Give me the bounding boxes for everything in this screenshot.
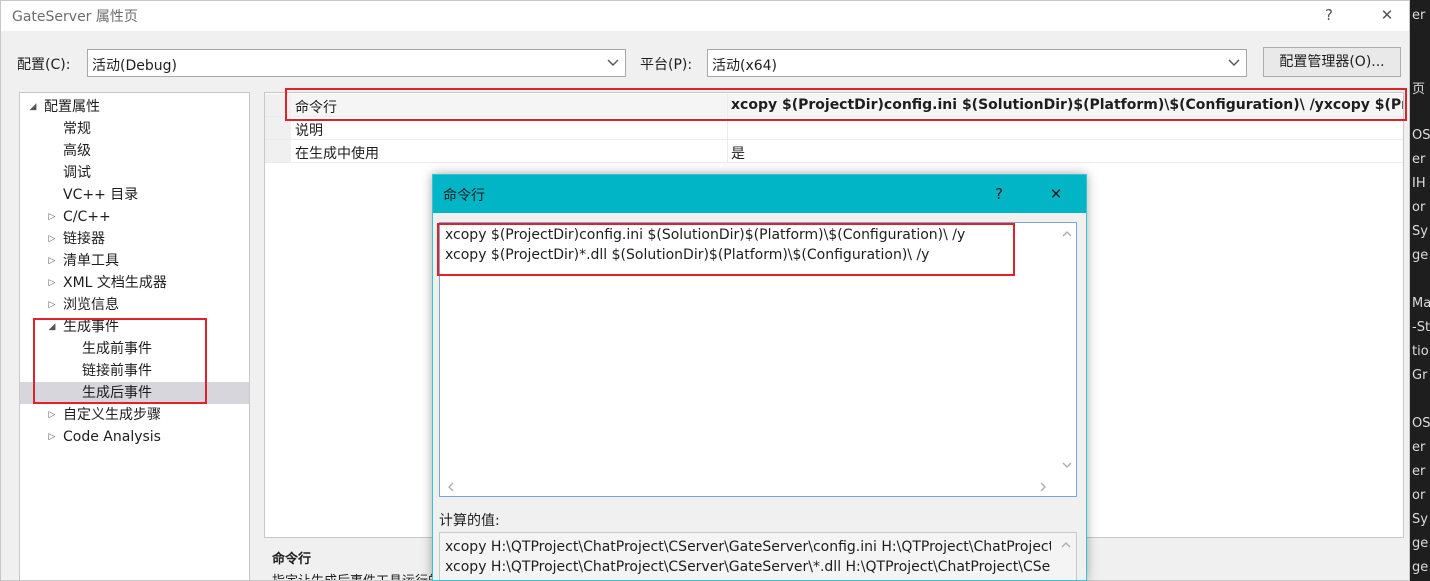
grid-row-name: 在生成中使用: [295, 146, 379, 162]
scroll-right-icon[interactable]: [1037, 481, 1049, 493]
background-text: IH: [1412, 176, 1426, 191]
chevron-down-icon: [607, 59, 619, 66]
tree-item-advanced[interactable]: 高级: [20, 140, 249, 162]
collapsed-triangle-icon[interactable]: ▷: [46, 294, 58, 316]
collapsed-triangle-icon[interactable]: ▷: [46, 404, 58, 426]
scroll-up-icon[interactable]: [1061, 228, 1073, 240]
collapsed-triangle-icon[interactable]: ▷: [46, 206, 58, 228]
config-label: 配置(C):: [17, 57, 71, 73]
scroll-down-icon[interactable]: [1061, 459, 1073, 471]
configuration-manager-button[interactable]: 配置管理器(O)...: [1263, 47, 1401, 77]
grid-row-name: 说明: [295, 123, 323, 139]
tree-item-general[interactable]: 常规: [20, 118, 249, 140]
tree-item-label: XML 文档生成器: [63, 275, 167, 291]
window-title: GateServer 属性页: [12, 9, 138, 25]
highlight-command-line-row: [285, 88, 1407, 121]
background-text: Ma: [1412, 296, 1430, 311]
background-text: 页: [1412, 82, 1426, 97]
platform-select-value: 活动(x64): [712, 58, 778, 74]
tree-item-xml-doc-generator[interactable]: ▷ XML 文档生成器: [20, 272, 249, 294]
background-text: er: [1412, 8, 1426, 23]
description-title: 命令行: [272, 552, 312, 567]
background-text: er: [1412, 464, 1426, 479]
background-text: ge: [1412, 536, 1429, 551]
tree-item-label: 链接器: [63, 231, 105, 247]
tree-item-config-properties[interactable]: ◢ 配置属性: [20, 96, 249, 118]
collapsed-triangle-icon[interactable]: ▷: [46, 272, 58, 294]
highlight-build-events: [33, 318, 207, 404]
chevron-down-icon: [1228, 59, 1240, 66]
dialog-title: 命令行: [443, 188, 485, 204]
tree-item-label: VC++ 目录: [63, 187, 139, 203]
tree-item-label: 调试: [63, 165, 91, 181]
config-select[interactable]: 活动(Debug): [87, 49, 626, 77]
tree-item-label: Code Analysis: [63, 429, 161, 445]
tree-item-vc-directories[interactable]: VC++ 目录: [20, 184, 249, 206]
background-text: or: [1412, 200, 1426, 215]
computed-value-label: 计算的值:: [439, 513, 500, 529]
tree-item-label: 浏览信息: [63, 297, 119, 313]
background-text: er: [1412, 152, 1426, 167]
tree-item-code-analysis[interactable]: ▷ Code Analysis: [20, 426, 249, 448]
background-text: -St: [1412, 320, 1430, 335]
tree-item-label: 常规: [63, 121, 91, 137]
collapsed-triangle-icon[interactable]: ▷: [46, 426, 58, 448]
background-editor-strip: er 页 OS er IH or Sy ge Ma -St tio Gr OS …: [1411, 0, 1430, 581]
tree-item-label: 配置属性: [44, 99, 100, 115]
tree-item-label: 自定义生成步骤: [63, 407, 161, 423]
grid-row-value[interactable]: 是: [731, 143, 1403, 163]
close-button[interactable]: ✕: [1365, 3, 1409, 27]
grid-column-divider: [727, 140, 728, 162]
tree-item-c-cpp[interactable]: ▷ C/C++: [20, 206, 249, 228]
vertical-scrollbar[interactable]: [1058, 223, 1076, 478]
background-text: Sy: [1412, 512, 1428, 527]
tree-item-linker[interactable]: ▷ 链接器: [20, 228, 249, 250]
background-text: or: [1412, 488, 1426, 503]
dialog-help-button[interactable]: ?: [984, 182, 1014, 206]
background-text: tio: [1412, 344, 1429, 359]
background-text: OS: [1412, 128, 1430, 143]
dialog-close-button[interactable]: ✕: [1041, 182, 1071, 206]
background-text: OS: [1412, 416, 1430, 431]
tree-item-label: 高级: [63, 143, 91, 159]
grid-row-gutter: [265, 140, 291, 162]
background-text: er: [1412, 440, 1426, 455]
background-text: Gr: [1412, 368, 1428, 383]
background-text: ge: [1412, 248, 1429, 263]
command-line-dialog: 命令行 ? ✕ xcopy $(ProjectDir)config.ini $(…: [432, 174, 1087, 581]
platform-select[interactable]: 活动(x64): [707, 49, 1247, 77]
computed-value-text: xcopy H:\QTProject\ChatProject\CServer\G…: [445, 559, 1051, 575]
computed-value-box: xcopy H:\QTProject\ChatProject\CServer\G…: [439, 532, 1077, 580]
tree-item-custom-build-step[interactable]: ▷ 自定义生成步骤: [20, 404, 249, 426]
collapsed-triangle-icon[interactable]: ▷: [46, 228, 58, 250]
dialog-title-bar: 命令行 ? ✕: [433, 175, 1086, 213]
tree-item-manifest-tool[interactable]: ▷ 清单工具: [20, 250, 249, 272]
expanded-triangle-icon[interactable]: ◢: [27, 96, 39, 118]
title-bar: GateServer 属性页 ? ✕: [1, 1, 1409, 31]
computed-value-text: xcopy H:\QTProject\ChatProject\CServer\G…: [445, 539, 1051, 555]
background-text: Sy: [1412, 224, 1428, 239]
tree-item-browse-info[interactable]: ▷ 浏览信息: [20, 294, 249, 316]
tree-item-label: C/C++: [63, 209, 111, 225]
tree-item-debugging[interactable]: 调试: [20, 162, 249, 184]
grid-row-use-in-build[interactable]: 在生成中使用 是: [265, 140, 1403, 163]
horizontal-scrollbar[interactable]: [440, 478, 1058, 496]
tree-item-label: 清单工具: [63, 253, 119, 269]
highlight-command-lines: [437, 223, 1015, 276]
collapsed-triangle-icon[interactable]: ▷: [46, 250, 58, 272]
background-text: ge: [1412, 560, 1429, 575]
scroll-left-icon[interactable]: [445, 481, 457, 493]
help-button[interactable]: ?: [1307, 3, 1351, 27]
scroll-up-icon[interactable]: [1060, 539, 1072, 551]
platform-label: 平台(P):: [640, 57, 693, 73]
config-select-value: 活动(Debug): [92, 58, 177, 74]
